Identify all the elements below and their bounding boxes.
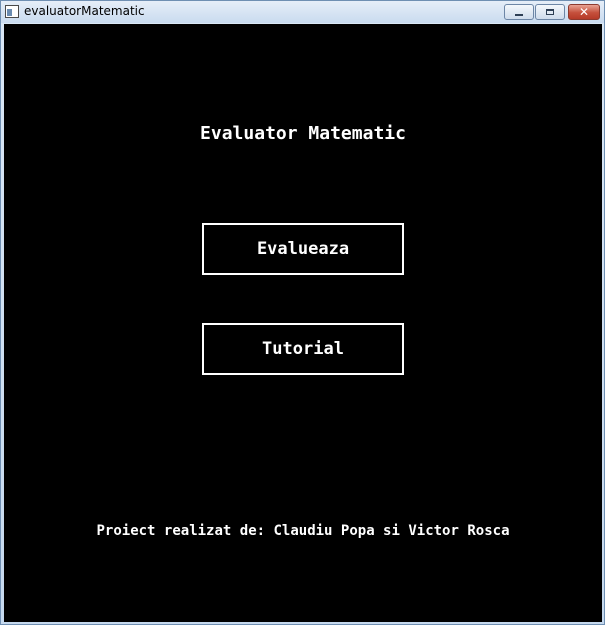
close-icon: ✕ <box>578 5 590 19</box>
app-window: evaluatorMatematic ✕ Evaluator Matematic… <box>0 0 605 625</box>
minimize-icon <box>505 5 533 19</box>
minimize-button[interactable] <box>504 4 534 20</box>
maximize-icon <box>536 5 564 19</box>
evaluate-button[interactable]: Evalueaza <box>202 223 404 275</box>
close-button[interactable]: ✕ <box>568 4 600 20</box>
title-bar[interactable]: evaluatorMatematic ✕ <box>1 1 604 23</box>
app-window-icon[interactable] <box>5 5 19 18</box>
maximize-button[interactable] <box>535 4 565 20</box>
tutorial-button[interactable]: Tutorial <box>202 323 404 375</box>
window-title: evaluatorMatematic <box>24 4 145 18</box>
main-canvas: Evaluator Matematic Evalueaza Tutorial P… <box>4 24 602 622</box>
credits-text: Proiect realizat de: Claudiu Popa si Vic… <box>96 523 510 539</box>
page-title: Evaluator Matematic <box>200 123 406 144</box>
